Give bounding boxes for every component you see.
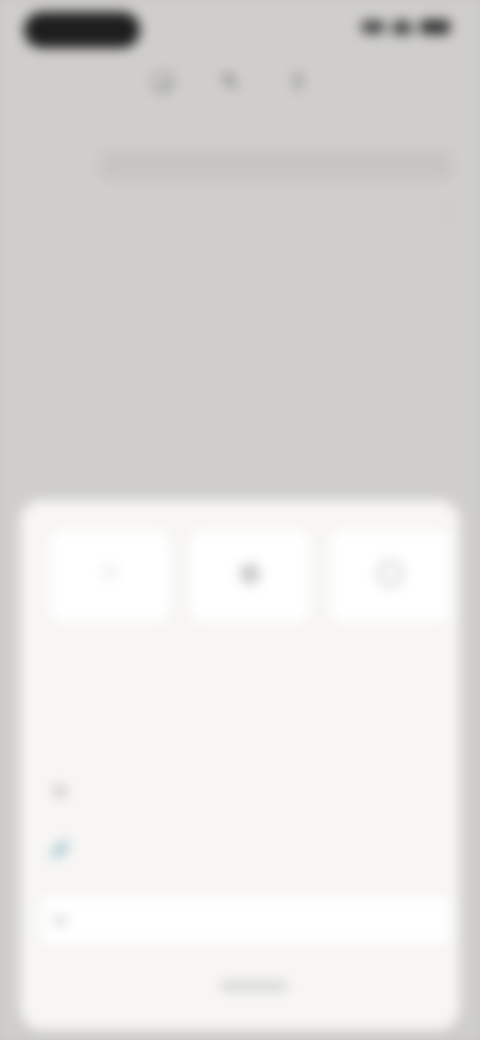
user-icon: ◌ — [102, 558, 118, 585]
contact-icon: ◯ — [376, 558, 404, 586]
share-targets: ◌ ◍ ◯ — [50, 530, 450, 622]
share-tile-user[interactable]: ◌ — [50, 530, 170, 622]
action-copy[interactable]: ⧉ — [40, 768, 450, 816]
home-indicator[interactable] — [220, 982, 288, 990]
folder-icon: ▭ — [52, 912, 68, 929]
microphone-icon: ◍ — [239, 558, 261, 586]
link-icon: 🔗 — [50, 842, 70, 859]
article-meta — [24, 210, 456, 234]
status-time — [24, 12, 140, 48]
share-sheet: ◌ ◍ ◯ ⧉ 🔗 ▭ — [20, 500, 460, 1030]
top-toolbar: ❏ ✎ ⇪ — [150, 70, 310, 94]
action-folder[interactable]: ▭ — [40, 896, 450, 944]
copy-icon: ⧉ — [54, 783, 66, 800]
wifi-icon — [392, 20, 412, 34]
url-bar[interactable] — [100, 150, 452, 180]
bookmark-icon[interactable]: ❏ — [150, 70, 174, 94]
action-link[interactable]: 🔗 — [40, 826, 450, 874]
cellular-signal-icon — [362, 21, 384, 33]
share-tile-microphone[interactable]: ◍ — [190, 530, 310, 622]
battery-icon — [420, 20, 450, 34]
share-tile-contact[interactable]: ◯ — [330, 530, 450, 622]
status-bar — [0, 0, 480, 60]
status-icons — [362, 20, 450, 34]
compose-icon[interactable]: ✎ — [218, 70, 242, 94]
share-icon[interactable]: ⇪ — [286, 70, 310, 94]
article-meta-right[interactable] — [440, 210, 456, 214]
app-screen: ❏ ✎ ⇪ ◌ ◍ ◯ ⧉ 🔗 ▭ — [0, 0, 480, 1040]
